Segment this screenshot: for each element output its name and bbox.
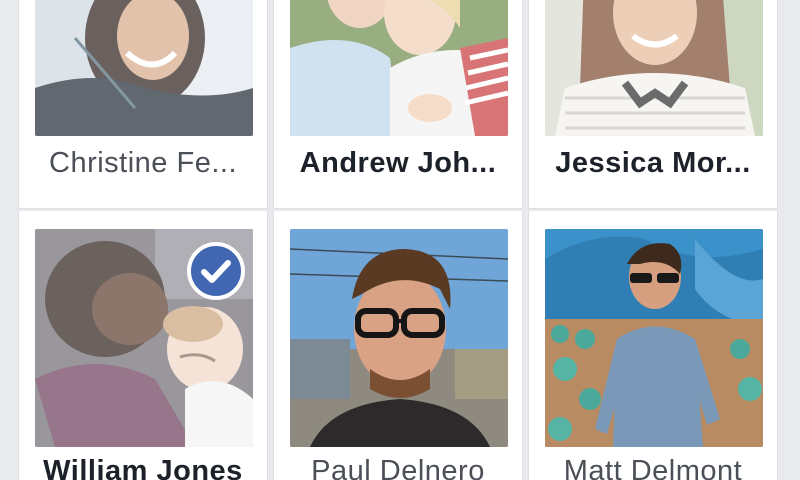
friend-card[interactable]: Christine Fe... [18, 0, 268, 209]
selected-check-icon[interactable] [187, 242, 245, 300]
friend-card[interactable]: William Jones [18, 211, 268, 480]
profile-photo [545, 229, 763, 447]
profile-photo [545, 0, 763, 136]
friend-card[interactable]: Andrew Joh... [273, 0, 523, 209]
friend-name: William Jones [43, 455, 243, 480]
friend-name: Jessica Mor... [555, 147, 751, 179]
friend-name: Matt Delmont [563, 455, 743, 480]
friend-card[interactable]: Matt Delmont [528, 211, 778, 480]
friend-card[interactable]: Jessica Mor... [528, 0, 778, 209]
profile-photo [35, 0, 253, 136]
friend-name: Christine Fe... [49, 147, 237, 179]
friend-card[interactable]: Paul Delnero [273, 211, 523, 480]
profile-photo [290, 229, 508, 447]
profile-photo [290, 0, 508, 136]
friend-name: Paul Delnero [311, 455, 485, 480]
friend-picker-grid: Christine Fe... Andrew Joh... Jessica Mo… [0, 0, 800, 480]
friend-name: Andrew Joh... [299, 147, 497, 179]
